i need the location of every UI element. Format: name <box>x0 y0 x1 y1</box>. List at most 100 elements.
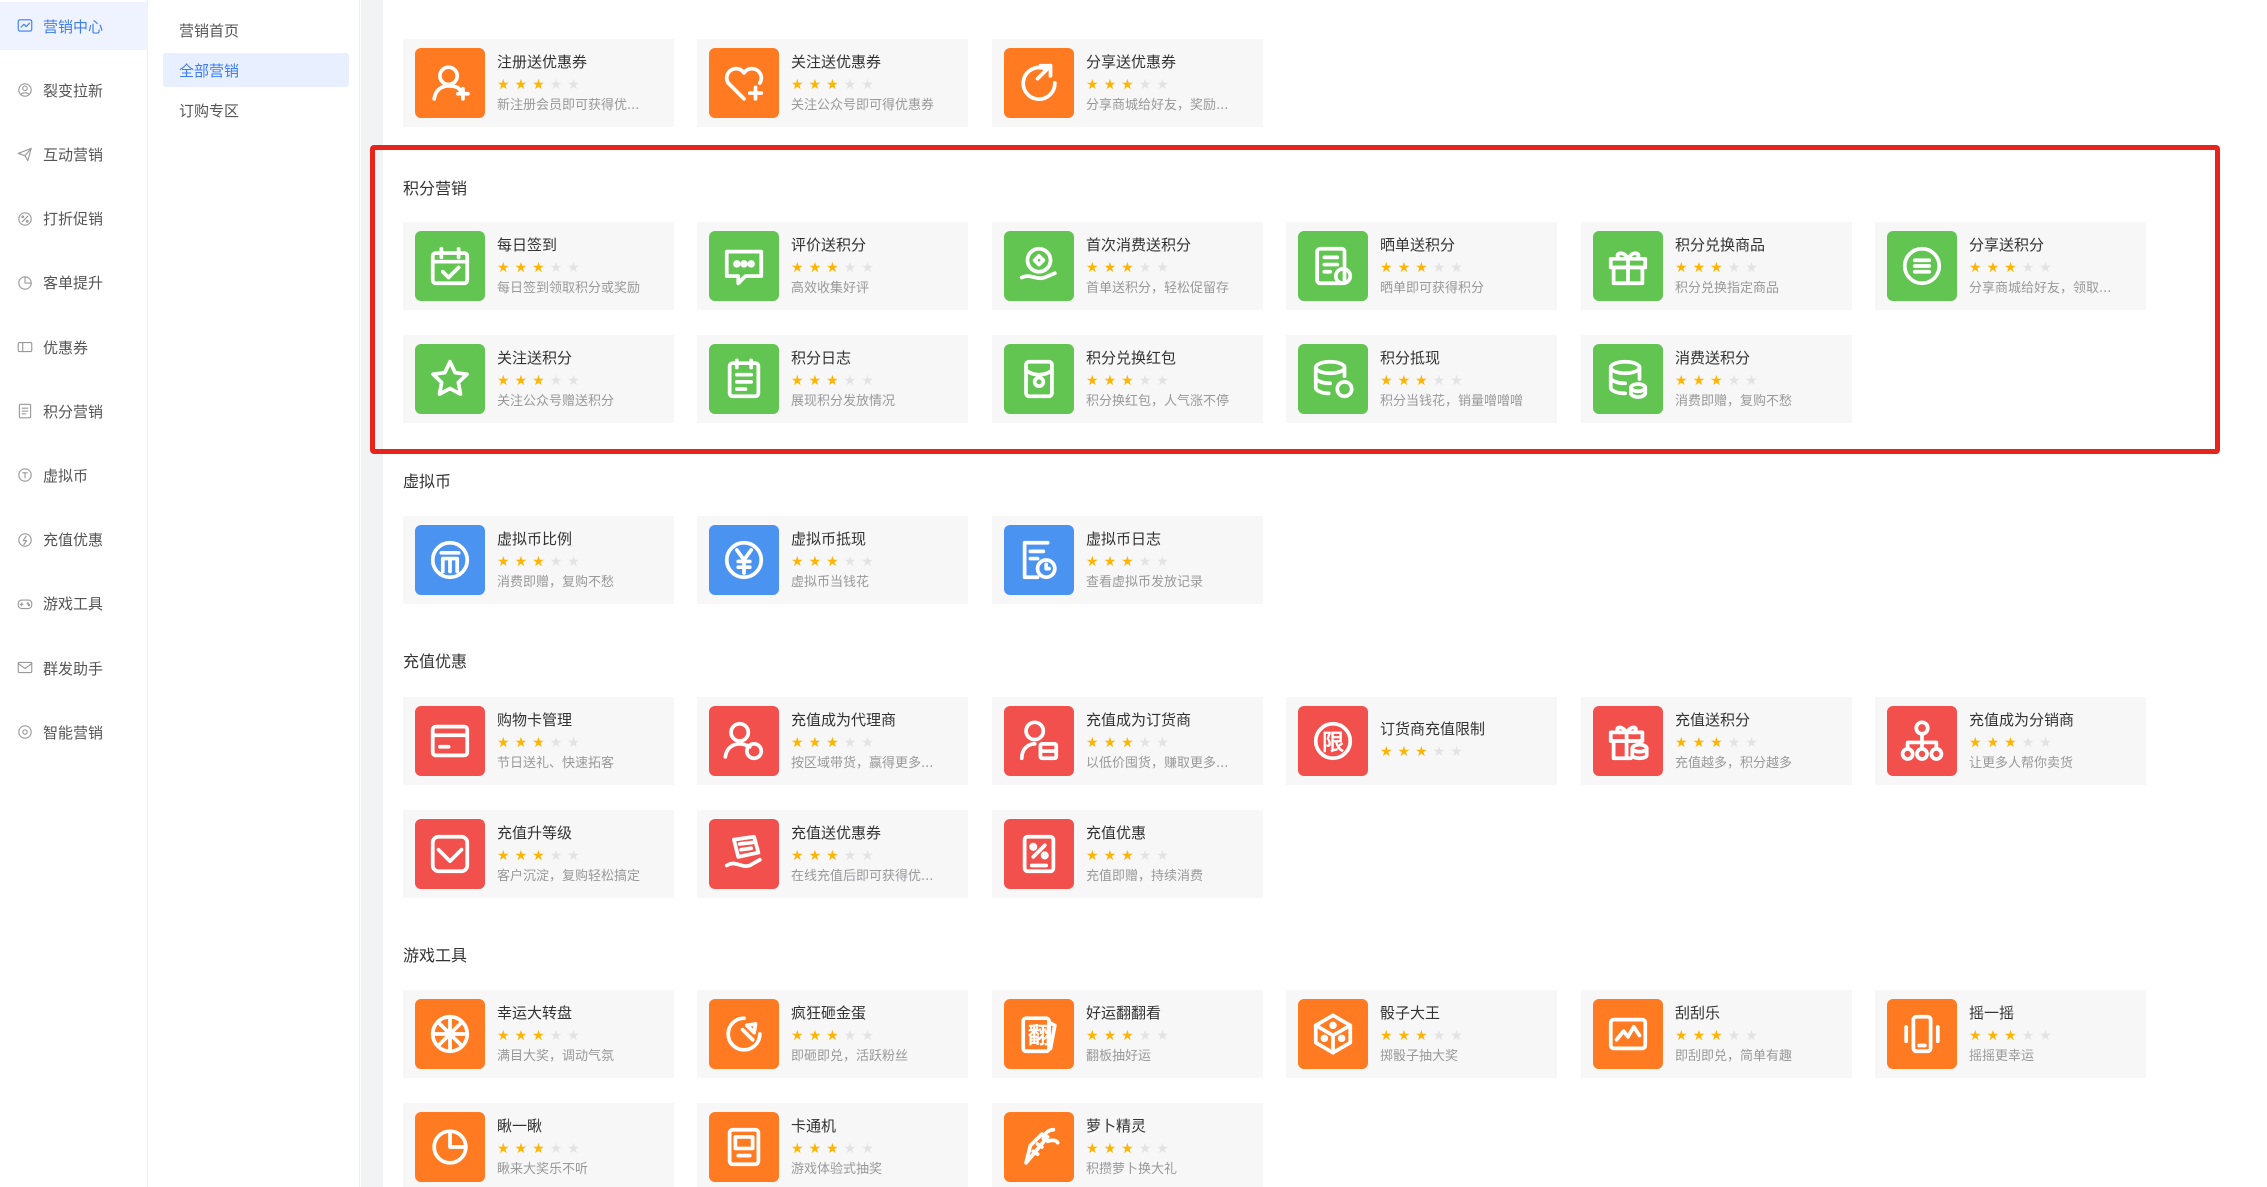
subnav-item-0[interactable]: 营销首页 <box>163 13 349 47</box>
marketing-card-points-2[interactable]: 首次消费送积分 ★★★★★ 首单送积分，轻松促留存 <box>992 222 1263 310</box>
marketing-card-points-3[interactable]: 晒单送积分 ★★★★★ 晒单即可获得积分 <box>1286 222 1557 310</box>
marketing-card-games-3[interactable]: 骰子大王 ★★★★★ 掷骰子抽大奖 <box>1286 990 1557 1078</box>
marketing-card-games-6[interactable]: 瞅一瞅 ★★★★★ 瞅来大奖乐不听 <box>403 1103 674 1187</box>
marketing-card-points-1[interactable]: 评价送积分 ★★★★★ 高效收集好评 <box>697 222 968 310</box>
marketing-card-games-1[interactable]: 疯狂砸金蛋 ★★★★★ 即砸即兑，活跃粉丝 <box>697 990 968 1078</box>
marketing-card-recharge-4[interactable]: 充值送积分 ★★★★★ 充值越多，积分越多 <box>1581 697 1852 785</box>
card-description: 每日签到领取积分或奖励 <box>497 280 641 296</box>
sidebar-item-3[interactable]: 打折促销 <box>0 195 148 243</box>
smart-icon <box>16 723 34 741</box>
card-description: 积攒萝卜换大礼 <box>1086 1161 1178 1177</box>
star-icon: ★ <box>826 372 844 389</box>
marketing-card-games-5[interactable]: 摇一摇 ★★★★★ 摇摇更幸运 <box>1875 990 2146 1078</box>
sidebar-item-8[interactable]: 充值优惠 <box>0 516 148 564</box>
star-icon: ★ <box>826 553 844 570</box>
sidebar-item-1[interactable]: 裂变拉新 <box>0 66 148 114</box>
star-icon: ★ <box>514 372 533 389</box>
star-icon: ★ <box>1086 76 1104 93</box>
rating-stars: ★★★★★ <box>1086 76 1258 94</box>
marketing-card-virtual-2[interactable]: 虚拟币日志 ★★★★★ 查看虚拟币发放记录 <box>992 516 1263 604</box>
star-icon: ★ <box>808 734 827 751</box>
marketing-card-games-7[interactable]: 卡通机 ★★★★★ 游戏体验式抽奖 <box>697 1103 968 1187</box>
card-body: 充值升等级 ★★★★★ 客户沉淀，复购轻松搞定 <box>497 823 669 886</box>
card-body: 首次消费送积分 ★★★★★ 首单送积分，轻松促留存 <box>1086 235 1258 298</box>
star-icon: ★ <box>843 259 862 276</box>
sidebar-item-10[interactable]: 群发助手 <box>0 644 148 692</box>
marketing-card-coupon_partial-0[interactable]: 注册送优惠券 ★★★★★ 新注册会员即可获得优... <box>403 39 674 127</box>
marketing-card-virtual-1[interactable]: 虚拟币抵现 ★★★★★ 虚拟币当钱花 <box>697 516 968 604</box>
card-description: 关注公众号即可得优惠券 <box>791 97 935 113</box>
rating-stars: ★★★★★ <box>497 1140 669 1158</box>
marketing-card-points-8[interactable]: 积分兑换红包 ★★★★★ 积分换红包，人气涨不停 <box>992 335 1263 423</box>
subnav-item-2[interactable]: 订购专区 <box>163 93 349 127</box>
dealer-icon <box>1004 706 1074 776</box>
section-title-recharge: 充值优惠 <box>403 652 468 671</box>
rating-stars: ★★★★★ <box>1380 372 1552 390</box>
marketing-card-points-9[interactable]: 积分抵现 ★★★★★ 积分当钱花，销量噌噌噌 <box>1286 335 1557 423</box>
sidebar-item-label: 裂变拉新 <box>43 81 104 100</box>
marketing-card-recharge-7[interactable]: 充值送优惠券 ★★★★★ 在线充值后即可获得优... <box>697 810 968 898</box>
star-icon: ★ <box>1086 553 1104 570</box>
star-icon: ★ <box>1086 1140 1104 1157</box>
star-icon: ★ <box>791 372 809 389</box>
star-icon: ★ <box>1156 259 1174 276</box>
marketing-card-points-6[interactable]: 关注送积分 ★★★★★ 关注公众号赠送积分 <box>403 335 674 423</box>
star-icon: ★ <box>567 259 585 276</box>
rating-stars: ★★★★★ <box>497 259 669 277</box>
star-icon: ★ <box>1380 1027 1398 1044</box>
marketing-card-coupon_partial-2[interactable]: 分享送优惠券 ★★★★★ 分享商城给好友，奖励... <box>992 39 1263 127</box>
star-icon: ★ <box>532 734 550 751</box>
marketing-card-recharge-8[interactable]: 充值优惠 ★★★★★ 充值即赠，持续消费 <box>992 810 1263 898</box>
gamepad-icon <box>16 595 34 613</box>
star-icon: ★ <box>1710 259 1728 276</box>
marketing-card-games-4[interactable]: 刮刮乐 ★★★★★ 即刮即兑，简单有趣 <box>1581 990 1852 1078</box>
marketing-card-games-2[interactable]: 翻好运翻翻看 ★★★★★ 翻板抽好运 <box>992 990 1263 1078</box>
card-description: 充值即赠，持续消费 <box>1086 868 1204 884</box>
sidebar-item-2[interactable]: 互动营销 <box>0 130 148 178</box>
sidebar-item-9[interactable]: 游戏工具 <box>0 580 148 628</box>
marketing-card-coupon_partial-1[interactable]: 关注送优惠券 ★★★★★ 关注公众号即可得优惠券 <box>697 39 968 127</box>
rating-stars: ★★★★★ <box>1969 259 2141 277</box>
sidebar-item-0[interactable]: 营销中心 <box>0 2 148 50</box>
marketing-card-recharge-6[interactable]: 充值升等级 ★★★★★ 客户沉淀，复购轻松搞定 <box>403 810 674 898</box>
card-body: 购物卡管理 ★★★★★ 节日送礼、快速拓客 <box>497 710 669 773</box>
sidebar-item-4[interactable]: 客单提升 <box>0 259 148 307</box>
star-icon: ★ <box>808 76 827 93</box>
marketing-card-points-7[interactable]: 积分日志 ★★★★★ 展现积分发放情况 <box>697 335 968 423</box>
marketing-card-points-4[interactable]: 积分兑换商品 ★★★★★ 积分兑换指定商品 <box>1581 222 1852 310</box>
marketing-card-points-10[interactable]: 消费送积分 ★★★★★ 消费即赠，复购不愁 <box>1581 335 1852 423</box>
marketing-card-recharge-0[interactable]: 购物卡管理 ★★★★★ 节日送礼、快速拓客 <box>403 697 674 785</box>
card-description: 积分兑换指定商品 <box>1675 280 1780 296</box>
pie-icon <box>415 1112 485 1182</box>
star-icon: ★ <box>1138 76 1157 93</box>
rating-stars: ★★★★★ <box>1380 259 1552 277</box>
card-title: 充值送优惠券 <box>791 823 882 842</box>
star-icon: ★ <box>791 76 809 93</box>
marketing-card-recharge-5[interactable]: 充值成为分销商 ★★★★★ 让更多人帮你卖货 <box>1875 697 2146 785</box>
marketing-card-virtual-0[interactable]: 虚拟币比例 ★★★★★ 消费即赠，复购不愁 <box>403 516 674 604</box>
card-body: 骰子大王 ★★★★★ 掷骰子抽大奖 <box>1380 1003 1552 1066</box>
rating-stars: ★★★★★ <box>791 1027 963 1045</box>
marketing-card-recharge-2[interactable]: 充值成为订货商 ★★★★★ 以低价囤货，赚取更多... <box>992 697 1263 785</box>
star-icon: ★ <box>567 734 585 751</box>
marketing-card-points-5[interactable]: 分享送积分 ★★★★★ 分享商城给好友，领取... <box>1875 222 2146 310</box>
marketing-card-games-0[interactable]: 幸运大转盘 ★★★★★ 满目大奖，调动气氛 <box>403 990 674 1078</box>
sidebar-item-7[interactable]: 虚拟币 <box>0 451 148 499</box>
card-description: 满目大奖，调动气氛 <box>497 1048 615 1064</box>
rating-stars: ★★★★★ <box>1969 734 2141 752</box>
star-icon: ★ <box>532 1140 550 1157</box>
star-icon: ★ <box>532 76 550 93</box>
marketing-card-recharge-3[interactable]: 限订货商充值限制 ★★★★★ <box>1286 697 1557 785</box>
sidebar-item-label: 积分营销 <box>43 402 104 421</box>
marketing-card-recharge-1[interactable]: 充值成为代理商 ★★★★★ 按区域带货，赢得更多... <box>697 697 968 785</box>
star-icon: ★ <box>1727 372 1746 389</box>
star-icon: ★ <box>1121 259 1139 276</box>
marketing-card-games-8[interactable]: 萝卜精灵 ★★★★★ 积攒萝卜换大礼 <box>992 1103 1263 1187</box>
rating-stars: ★★★★★ <box>791 734 963 752</box>
sidebar-item-5[interactable]: 优惠券 <box>0 323 148 371</box>
star-icon: ★ <box>843 1027 862 1044</box>
marketing-card-points-0[interactable]: 每日签到 ★★★★★ 每日签到领取积分或奖励 <box>403 222 674 310</box>
subnav-item-1[interactable]: 全部营销 <box>163 53 349 87</box>
sidebar-item-6[interactable]: 积分营销 <box>0 387 148 435</box>
sidebar-item-11[interactable]: 智能营销 <box>0 708 148 756</box>
